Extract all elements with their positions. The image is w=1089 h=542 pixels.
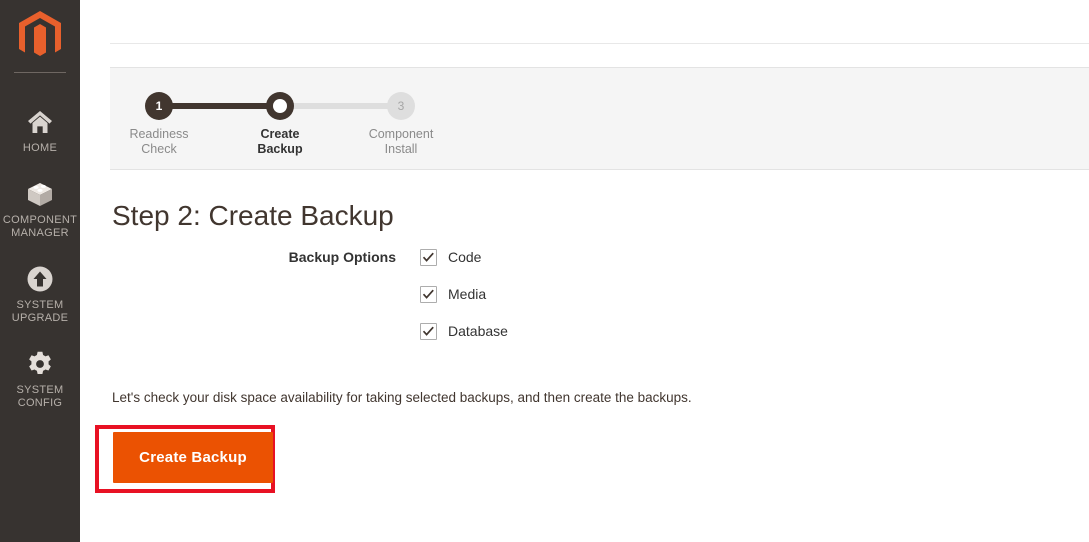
stepper-node-1-number: 1 [155, 99, 163, 113]
header-divider [110, 43, 1089, 44]
checkbox-code[interactable] [420, 249, 437, 266]
magento-hexagon-logo-icon [17, 10, 63, 62]
checkmark-icon [422, 252, 434, 262]
setup-wizard-page: HOME COMPONENT MANAGER SYSTEM UPGRADE SY… [0, 0, 1089, 542]
progress-stepper: 1 3 Readiness Check Create Backup Compon… [128, 92, 448, 162]
stepper-node-2-current-marker [273, 99, 287, 113]
checkbox-code-label: Code [448, 249, 482, 265]
backup-option-row-code: Backup Options Code [112, 248, 752, 267]
stepper-label-create-backup: Create Backup [257, 127, 303, 156]
stepper-track-completed [159, 103, 280, 109]
sidebar-item-component-manager[interactable]: COMPONENT MANAGER [0, 167, 80, 252]
sidebar-item-home-label: HOME [22, 142, 58, 154]
helper-text: Let's check your disk space availability… [112, 390, 692, 405]
backup-option-row-database: Database [112, 322, 752, 341]
stepper-node-3-number: 3 [397, 99, 405, 113]
checkmark-icon [422, 326, 434, 336]
magento-logo[interactable] [0, 0, 80, 72]
backup-option-row-media: Media [112, 285, 752, 304]
checkbox-database[interactable] [420, 323, 437, 340]
arrow-up-circle-icon [2, 262, 78, 296]
checkbox-media-label: Media [448, 286, 487, 302]
sidebar-item-home[interactable]: HOME [0, 95, 80, 167]
stepper-label-readiness-check: Readiness Check [129, 127, 189, 156]
sidebar: HOME COMPONENT MANAGER SYSTEM UPGRADE SY… [0, 0, 80, 542]
sidebar-item-system-config-label: SYSTEM CONFIG [16, 384, 64, 409]
stepper-label-component-install: Component Install [368, 127, 434, 156]
backup-options-label: Backup Options [288, 249, 396, 265]
package-box-icon [2, 177, 78, 211]
stepper-node-component-install[interactable]: 3 [387, 92, 415, 120]
stepper-node-readiness-check[interactable]: 1 [145, 92, 173, 120]
sidebar-nav: HOME COMPONENT MANAGER SYSTEM UPGRADE SY… [0, 73, 80, 422]
sidebar-item-component-manager-label: COMPONENT MANAGER [2, 214, 78, 239]
stepper-node-create-backup[interactable] [266, 92, 294, 120]
checkbox-database-label: Database [448, 323, 508, 339]
backup-options-form: Backup Options Code Media Database [112, 248, 752, 359]
main-content: 1 3 Readiness Check Create Backup Compon… [80, 0, 1089, 542]
home-icon [2, 105, 78, 139]
sidebar-item-system-upgrade-label: SYSTEM UPGRADE [11, 299, 69, 324]
sidebar-item-system-upgrade[interactable]: SYSTEM UPGRADE [0, 252, 80, 337]
progress-stepper-panel: 1 3 Readiness Check Create Backup Compon… [110, 67, 1089, 170]
stepper-track-remaining [280, 103, 401, 109]
sidebar-item-system-config[interactable]: SYSTEM CONFIG [0, 337, 80, 422]
checkbox-media[interactable] [420, 286, 437, 303]
gear-icon [2, 347, 78, 381]
create-backup-button[interactable]: Create Backup [113, 432, 273, 483]
checkmark-icon [422, 289, 434, 299]
page-title: Step 2: Create Backup [112, 200, 394, 231]
